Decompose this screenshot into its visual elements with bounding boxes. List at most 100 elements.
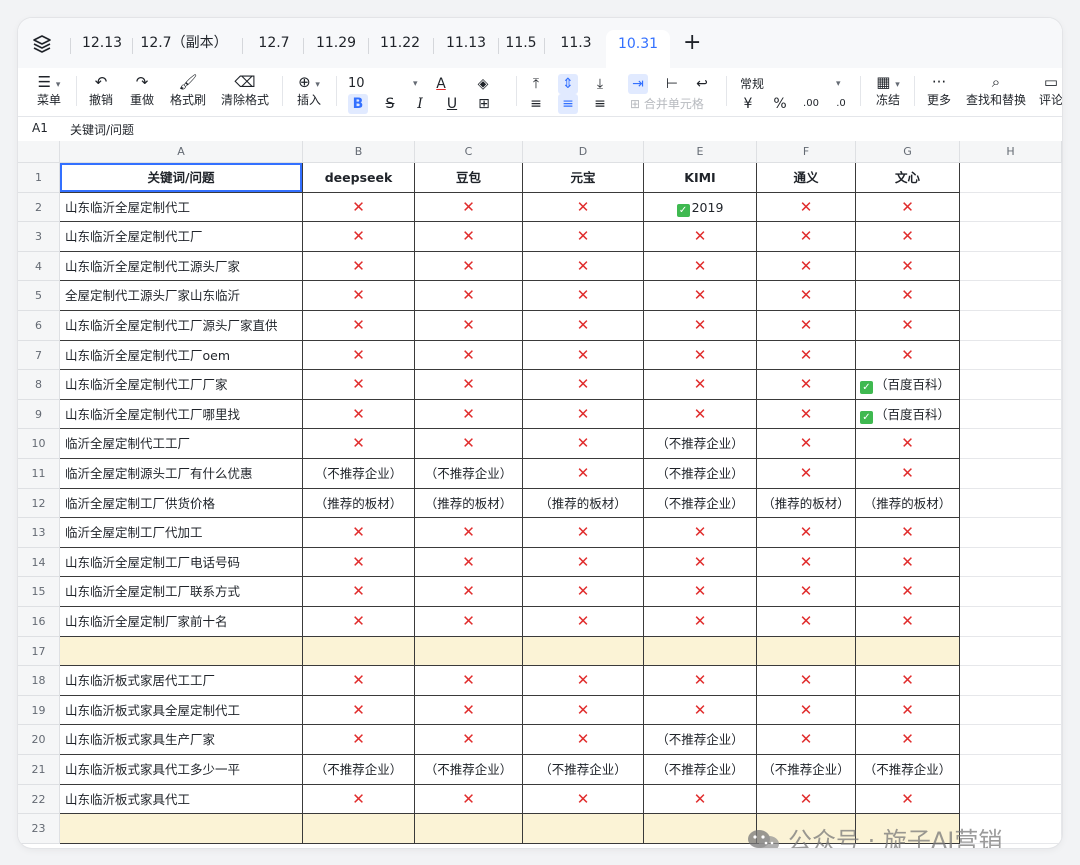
- table-cell[interactable]: 山东临沂全屋定制厂家前十名: [60, 607, 303, 637]
- table-cell[interactable]: [960, 488, 1062, 519]
- row-header[interactable]: 15: [18, 577, 60, 607]
- cell-reference[interactable]: A1: [32, 121, 48, 135]
- formula-bar[interactable]: A1 关键词/问题: [18, 117, 1062, 141]
- table-cell[interactable]: ✕: [644, 666, 757, 696]
- table-cell[interactable]: [960, 311, 1062, 341]
- align-bottom-icon[interactable]: ⤓: [590, 74, 610, 94]
- underline-button[interactable]: U: [442, 94, 462, 114]
- table-cell[interactable]: ✕: [757, 459, 856, 489]
- table-cell[interactable]: 山东临沂板式家具生产厂家: [60, 725, 303, 755]
- header-cell[interactable]: 关键词/问题: [60, 163, 303, 193]
- table-cell[interactable]: ✕: [644, 281, 757, 311]
- table-cell[interactable]: 山东临沂板式家具代工多少一平: [60, 755, 303, 785]
- table-cell[interactable]: ✕: [415, 399, 523, 430]
- row-header[interactable]: 22: [18, 784, 60, 815]
- row-header[interactable]: 14: [18, 547, 60, 578]
- table-cell[interactable]: ✕: [644, 784, 757, 815]
- table-cell[interactable]: ✕: [856, 695, 960, 726]
- table-cell[interactable]: ✕: [303, 192, 415, 223]
- align-middle-icon[interactable]: ⇕: [558, 74, 578, 94]
- table-cell[interactable]: 山东临沂全屋定制代工厂: [60, 222, 303, 252]
- font-color-button[interactable]: A: [431, 74, 451, 94]
- column-header[interactable]: D: [523, 141, 644, 163]
- table-cell[interactable]: ✕: [757, 340, 856, 371]
- sheet-tab[interactable]: 11.13: [438, 34, 494, 68]
- align-center-icon[interactable]: ≡: [558, 94, 578, 114]
- table-cell[interactable]: ✕: [415, 725, 523, 755]
- align-right-icon[interactable]: ≡: [590, 94, 610, 114]
- table-cell[interactable]: ✕: [856, 784, 960, 815]
- table-cell[interactable]: ✕: [644, 251, 757, 282]
- sheet-list-icon[interactable]: [32, 34, 52, 54]
- table-cell[interactable]: ✕: [757, 281, 856, 311]
- table-cell[interactable]: ✕: [523, 577, 644, 607]
- currency-button[interactable]: ¥: [738, 94, 758, 114]
- table-cell[interactable]: （不推荐企业）: [644, 755, 757, 785]
- table-cell[interactable]: （不推荐企业）: [415, 459, 523, 489]
- column-header[interactable]: H: [960, 141, 1062, 163]
- header-cell[interactable]: deepseek: [303, 163, 415, 193]
- sheet-tab[interactable]: 11.22: [372, 34, 428, 68]
- table-cell[interactable]: ✕: [303, 695, 415, 726]
- decrease-decimal-icon[interactable]: .0: [831, 94, 851, 114]
- table-cell[interactable]: ✕: [523, 784, 644, 815]
- table-cell[interactable]: ✕: [757, 666, 856, 696]
- increase-decimal-icon[interactable]: .00: [801, 94, 821, 114]
- redo-button[interactable]: ↷ 重做: [127, 72, 157, 108]
- table-cell[interactable]: ✕: [856, 429, 960, 459]
- table-cell[interactable]: ✕: [757, 370, 856, 400]
- table-cell[interactable]: ✕: [523, 429, 644, 459]
- table-cell[interactable]: ✕: [523, 340, 644, 371]
- column-header[interactable]: E: [644, 141, 757, 163]
- table-cell[interactable]: ✕: [523, 725, 644, 755]
- table-cell[interactable]: ✕: [644, 311, 757, 341]
- header-cell[interactable]: 文心: [856, 163, 960, 193]
- border-button[interactable]: ⊞: [474, 94, 494, 114]
- table-cell[interactable]: 山东临沂全屋定制代工: [60, 192, 303, 223]
- table-cell[interactable]: ✕: [303, 725, 415, 755]
- table-cell[interactable]: ✕: [644, 547, 757, 578]
- table-cell[interactable]: [60, 636, 303, 667]
- bold-button[interactable]: B: [348, 94, 368, 114]
- chevron-down-icon[interactable]: ▾: [413, 79, 418, 89]
- row-header[interactable]: 3: [18, 222, 60, 252]
- table-cell[interactable]: ✕: [644, 577, 757, 607]
- table-cell[interactable]: ✕: [303, 547, 415, 578]
- formula-input[interactable]: 关键词/问题: [70, 121, 134, 138]
- table-cell[interactable]: ✕: [303, 666, 415, 696]
- table-cell[interactable]: [856, 636, 960, 667]
- row-header[interactable]: 21: [18, 755, 60, 785]
- table-cell[interactable]: ✕: [856, 281, 960, 311]
- table-cell[interactable]: ✕: [644, 518, 757, 548]
- table-cell[interactable]: 山东临沂全屋定制工厂联系方式: [60, 577, 303, 607]
- table-cell[interactable]: ✕: [757, 607, 856, 637]
- text-wrap-icon[interactable]: ↩: [692, 74, 712, 94]
- table-cell[interactable]: ✕: [856, 340, 960, 371]
- table-cell[interactable]: ✕: [415, 695, 523, 726]
- table-cell[interactable]: ✕: [415, 518, 523, 548]
- table-cell[interactable]: ✕: [856, 547, 960, 578]
- row-header[interactable]: 12: [18, 488, 60, 519]
- table-cell[interactable]: [960, 429, 1062, 459]
- table-cell[interactable]: [303, 636, 415, 667]
- text-overflow-icon[interactable]: ⇥: [628, 74, 648, 94]
- font-size-select[interactable]: 10: [348, 74, 382, 94]
- table-cell[interactable]: ✕: [856, 192, 960, 223]
- row-header[interactable]: 18: [18, 666, 60, 696]
- more-button[interactable]: ··· 更多: [922, 72, 956, 108]
- add-sheet-icon[interactable]: +: [683, 30, 701, 55]
- table-cell[interactable]: 临沂全屋定制源头工厂有什么优惠: [60, 459, 303, 489]
- table-cell[interactable]: [960, 222, 1062, 252]
- table-cell[interactable]: [960, 607, 1062, 637]
- header-cell[interactable]: 通义: [757, 163, 856, 193]
- table-cell[interactable]: ✕: [757, 784, 856, 815]
- table-cell[interactable]: ✕: [757, 695, 856, 726]
- chevron-down-icon[interactable]: ▾: [836, 79, 841, 89]
- table-cell[interactable]: [960, 547, 1062, 578]
- undo-button[interactable]: ↶ 撤销: [86, 72, 116, 108]
- sheet-tab[interactable]: 11.5: [502, 34, 540, 68]
- table-cell[interactable]: ✕: [415, 251, 523, 282]
- align-left-icon[interactable]: ≡: [526, 94, 546, 114]
- table-cell[interactable]: （不推荐企业）: [644, 429, 757, 459]
- spreadsheet-grid[interactable]: A B C D E F G H 1 关键词/问题 deepseek 豆包 元宝 KIMI 通义 文心 2 山东临沂…: [18, 141, 1062, 848]
